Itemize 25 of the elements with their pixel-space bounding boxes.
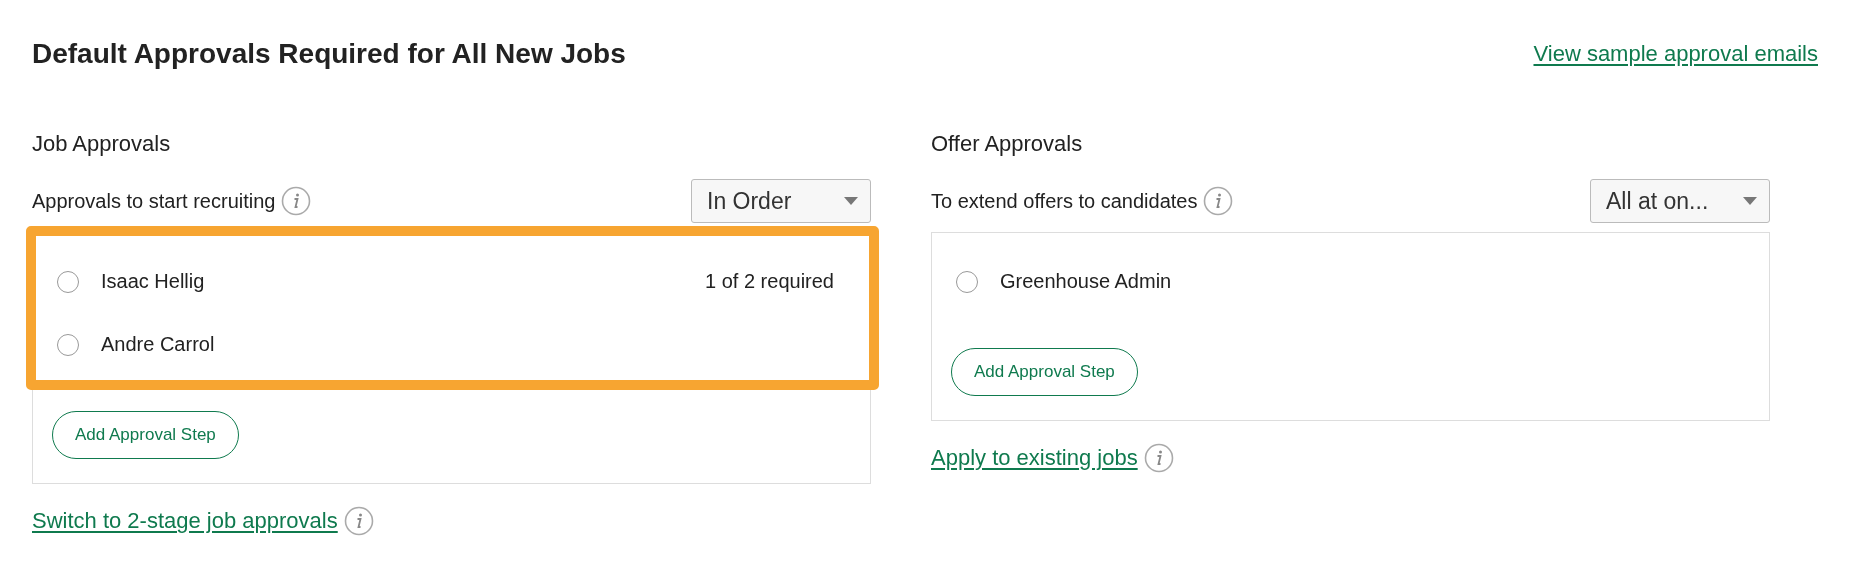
- info-icon[interactable]: [1203, 186, 1234, 216]
- order-dropdown[interactable]: All at on...: [1590, 179, 1770, 223]
- order-dropdown[interactable]: In Order: [691, 179, 871, 223]
- section-heading: Job Approvals: [32, 130, 172, 158]
- sample-emails-link[interactable]: View sample approval emails: [1533, 41, 1818, 67]
- info-icon[interactable]: [343, 506, 374, 536]
- info-icon[interactable]: [281, 186, 312, 216]
- section-heading: Offer Approvals: [931, 130, 1084, 158]
- radio-button[interactable]: [956, 270, 978, 293]
- caret-icon: [844, 197, 858, 205]
- footer-link[interactable]: Switch to 2-stage job approvals: [32, 508, 338, 534]
- approver-name: Isaac Hellig: [101, 270, 205, 293]
- radio-button[interactable]: [57, 270, 79, 293]
- page-title: Default Approvals Required for All New Jobs: [32, 37, 626, 71]
- footer-link[interactable]: Apply to existing jobs: [931, 445, 1138, 471]
- radio-button[interactable]: [57, 333, 79, 356]
- section-subtitle: Approvals to start recruiting: [32, 189, 276, 213]
- approver-name: Andre Carrol: [101, 333, 215, 356]
- approver-name: Greenhouse Admin: [1000, 270, 1172, 293]
- info-icon[interactable]: [1143, 443, 1174, 473]
- add-approval-step-button[interactable]: Add Approval Step: [52, 411, 239, 459]
- section-subtitle: To extend offers to candidates: [931, 189, 1198, 213]
- caret-icon: [1743, 197, 1757, 205]
- required-count: 1 of 2 required: [705, 270, 834, 293]
- add-approval-step-button[interactable]: Add Approval Step: [951, 348, 1138, 396]
